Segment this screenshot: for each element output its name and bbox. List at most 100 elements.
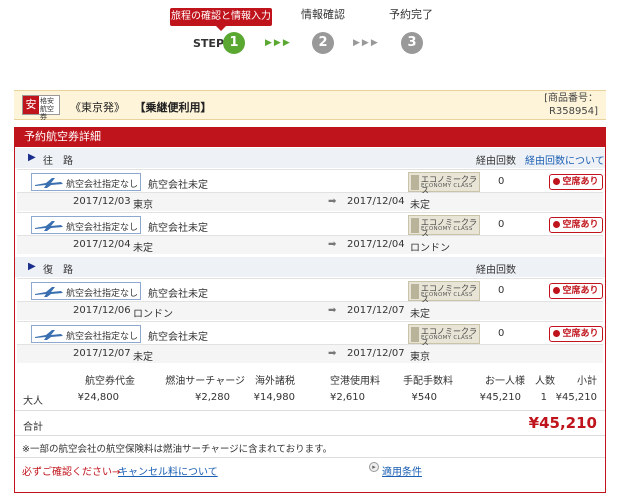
price-tax: ¥14,980: [253, 392, 295, 403]
arrival-date: 2017/12/04: [347, 196, 405, 207]
stops-count: 0: [498, 176, 505, 187]
arrow-right-icon: ➡: [328, 305, 337, 316]
total-label: 合計: [23, 422, 43, 433]
seat-availability-badge: 空席あり: [549, 217, 603, 233]
carrier-name: 航空会社未定: [148, 223, 208, 234]
badge-line2: 航空券: [40, 105, 54, 121]
product-type: 【乗継便利用】: [134, 101, 212, 114]
step-arrows-active: ▶▶▶: [265, 38, 292, 48]
airline-label: 航空会社指定なし: [66, 223, 139, 233]
price-row-adult: 大人 ¥24,800 ¥2,280 ¥14,980 ¥2,610 ¥540 ¥4…: [15, 389, 605, 407]
price-header-airport: 空港使用料: [330, 376, 380, 387]
seat-text: 空席あり: [562, 177, 599, 187]
airplane-icon: [35, 178, 63, 188]
airline-box: 航空会社指定なし: [31, 216, 141, 234]
flight-segment-2: 航空会社指定なし 航空会社未定 エコノミークラス ECONOMY CLASS 0…: [17, 212, 603, 254]
seat-text: 空席あり: [562, 220, 599, 230]
airplane-icon: [35, 221, 63, 231]
class-en: ECONOMY CLASS: [421, 183, 473, 189]
step-1-circle: 1: [223, 32, 245, 54]
info-circle-icon: ▸: [369, 462, 379, 472]
airline-label: 航空会社指定なし: [66, 289, 139, 299]
stops-label: 経由回数: [476, 265, 516, 276]
dot-icon: [553, 330, 561, 337]
panel-title: 予約航空券詳細: [14, 127, 606, 147]
price-header-fee: 手配手数料: [403, 376, 453, 387]
flight-bottom-row: 2017/12/04 未定 ➡ 2017/12/04 ロンドン: [17, 236, 603, 254]
carrier-name: 航空会社未定: [148, 332, 208, 343]
price-per-person: ¥45,210: [479, 392, 521, 403]
arrival-date: 2017/12/07: [347, 305, 405, 316]
airline-box: 航空会社指定なし: [31, 325, 141, 343]
step-arrows-inactive: ▶▶▶: [353, 38, 380, 48]
flight-top-row: 航空会社指定なし 航空会社未定 エコノミークラス ECONOMY CLASS 0…: [17, 212, 603, 238]
seat-icon: [411, 327, 419, 342]
return-title: 復 路: [43, 265, 73, 276]
airline-box: 航空会社指定なし: [31, 282, 141, 300]
price-header-count: 人数: [535, 376, 555, 387]
badge-char: 安: [23, 96, 39, 114]
product-origin: 《東京発》: [70, 101, 125, 114]
price-row-label: 大人: [23, 396, 43, 407]
price-header-subtotal: 小計: [577, 376, 597, 387]
price-subtotal: ¥45,210: [555, 392, 597, 403]
product-number: [商品番号： R358954]: [544, 92, 598, 118]
airline-label: 航空会社指定なし: [66, 332, 139, 342]
flight-segment-3: 航空会社指定なし 航空会社未定 エコノミークラス ECONOMY CLASS 0…: [17, 278, 603, 320]
dot-icon: [553, 221, 561, 228]
step-2-circle: 2: [312, 32, 334, 54]
price-header-tax: 海外諸税: [255, 376, 295, 387]
departure-date: 2017/12/04: [73, 239, 131, 250]
seat-availability-badge: 空席あり: [549, 174, 603, 190]
flight-segment-4: 航空会社指定なし 航空会社未定 エコノミークラス ECONOMY CLASS 0…: [17, 321, 603, 363]
product-number-label: [商品番号：: [544, 93, 598, 104]
arrival-date: 2017/12/04: [347, 239, 405, 250]
price-airport: ¥2,610: [330, 392, 365, 403]
flight-bottom-row: 2017/12/07 未定 ➡ 2017/12/07 東京: [17, 345, 603, 363]
carrier-name: 航空会社未定: [148, 289, 208, 300]
triangle-right-icon: ▶: [28, 152, 36, 163]
flight-top-row: 航空会社指定なし 航空会社未定 エコノミークラス ECONOMY CLASS 0…: [17, 169, 603, 195]
return-section-header: ▶ 復 路 経由回数: [15, 257, 605, 277]
stops-count: 0: [498, 285, 505, 296]
conditions-link[interactable]: 適用条件: [382, 463, 422, 478]
stops-info-link[interactable]: 経由回数について: [525, 152, 605, 167]
class-en: ECONOMY CLASS: [421, 292, 473, 298]
departure-city: ロンドン: [133, 309, 173, 320]
class-en: ECONOMY CLASS: [421, 335, 473, 341]
cancel-fee-link[interactable]: キャンセル料について: [118, 463, 218, 478]
flight-bottom-row: 2017/12/06 ロンドン ➡ 2017/12/07 未定: [17, 302, 603, 320]
dot-icon: [553, 178, 561, 185]
economy-class-badge: エコノミークラス ECONOMY CLASS: [408, 324, 480, 347]
arrival-city: 東京: [410, 352, 430, 363]
departure-date: 2017/12/03: [73, 196, 131, 207]
price-table-header: 航空券代金 燃油サーチャージ 海外諸税 空港使用料 手配手数料 お一人様 人数 …: [15, 369, 605, 387]
price-header-per-person: お一人様: [485, 376, 525, 387]
product-title: 《東京発》 【乗継便利用】: [70, 99, 212, 115]
departure-city: 東京: [133, 200, 153, 211]
badge-line1: 格安: [40, 97, 54, 105]
step-2-label: 情報確認: [301, 8, 345, 21]
carrier-name: 航空会社未定: [148, 180, 208, 191]
economy-class-badge: エコノミークラス ECONOMY CLASS: [408, 281, 480, 304]
airplane-icon: [35, 330, 63, 340]
airplane-icon: [35, 287, 63, 297]
step-3-circle: 3: [401, 32, 423, 54]
airline-label: 航空会社指定なし: [66, 180, 139, 190]
price-fuel: ¥2,280: [195, 392, 230, 403]
class-en: ECONOMY CLASS: [421, 226, 473, 232]
arrow-right-icon: ➡: [328, 239, 337, 250]
seat-icon: [411, 218, 419, 233]
seat-availability-badge: 空席あり: [549, 283, 603, 299]
economy-class-badge: エコノミークラス ECONOMY CLASS: [408, 172, 480, 195]
seat-text: 空席あり: [562, 286, 599, 296]
price-count: 1: [540, 392, 547, 403]
product-header: 安 格安 航空券 《東京発》 【乗継便利用】 [商品番号： R358954]: [14, 90, 606, 121]
total-value: ¥45,210: [528, 414, 597, 432]
confirm-notice: 必ずご確認ください→: [22, 467, 121, 478]
dot-icon: [553, 287, 561, 294]
economy-class-badge: エコノミークラス ECONOMY CLASS: [408, 215, 480, 238]
flight-top-row: 航空会社指定なし 航空会社未定 エコノミークラス ECONOMY CLASS 0…: [17, 278, 603, 304]
step-3-label: 予約完了: [389, 8, 433, 21]
arrow-right-icon: ➡: [328, 196, 337, 207]
